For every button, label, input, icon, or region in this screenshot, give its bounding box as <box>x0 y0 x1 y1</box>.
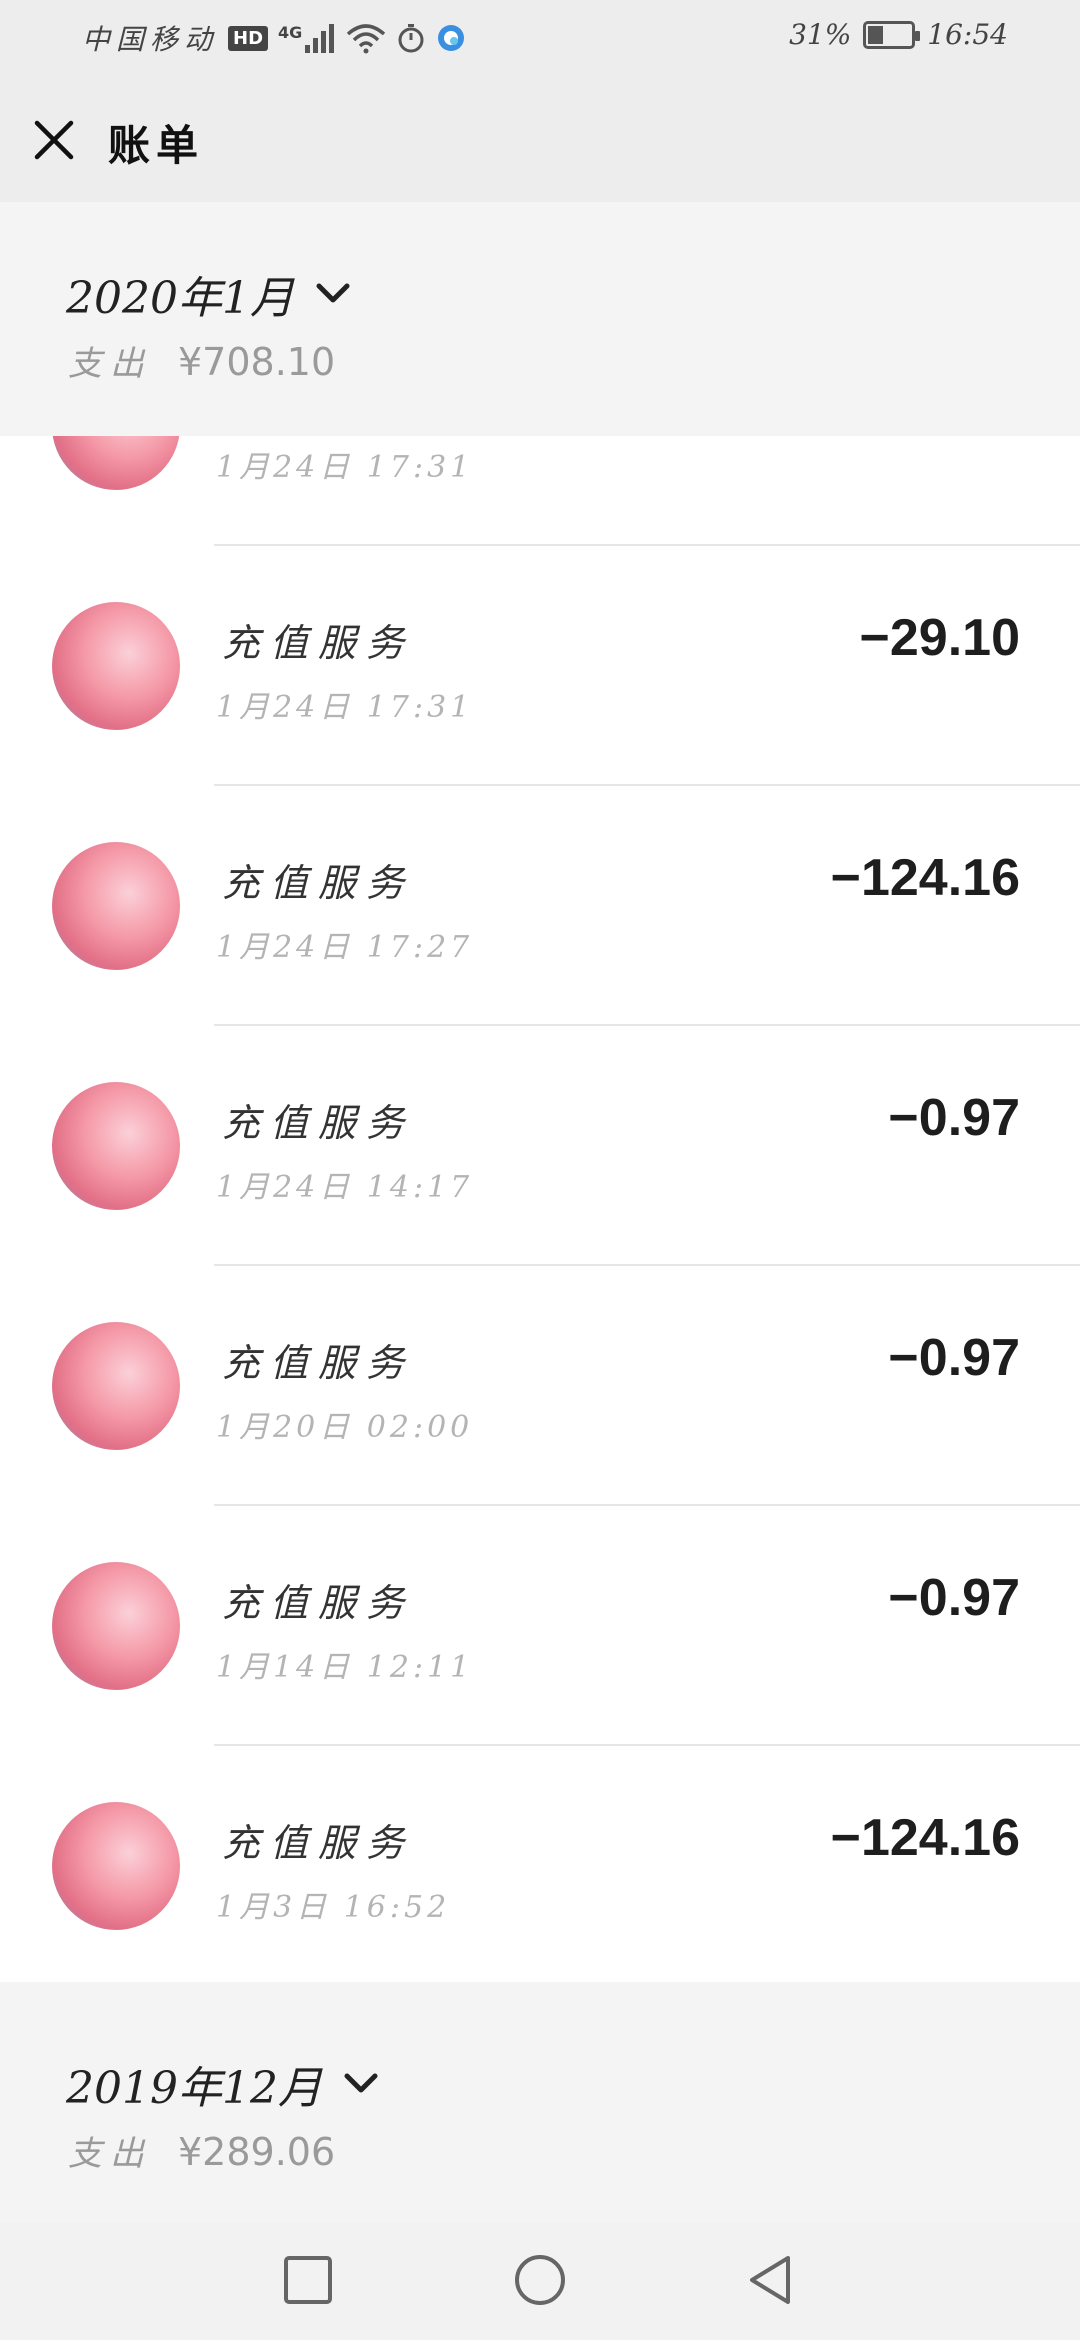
bill-name: 充值服务 <box>222 621 415 665</box>
month-title-label: 2019年12月 <box>66 2063 322 2114</box>
signal-icon <box>305 24 335 53</box>
bill-amount: −124.16 <box>830 849 1020 907</box>
back-button[interactable] <box>742 2252 798 2308</box>
bill-item[interactable]: 充值服务 1月3日 16:52 −124.16 <box>0 1746 1080 1982</box>
app-notification-icon <box>438 25 465 51</box>
month-expense: 支出 ¥289.06 <box>68 2126 335 2175</box>
avatar <box>52 436 180 490</box>
network-type: 4G <box>278 23 303 42</box>
bill-name: 充值服务 <box>222 1821 415 1865</box>
avatar <box>52 1322 180 1450</box>
expense-amount: ¥289.06 <box>178 2130 336 2174</box>
bill-time: 1月14日 12:11 <box>216 1650 474 1685</box>
battery-icon <box>863 20 921 49</box>
stopwatch-icon <box>398 24 424 53</box>
bill-item[interactable]: 充值服务 1月20日 02:00 −0.97 <box>0 1266 1080 1506</box>
bill-name: 充值服务 <box>222 1581 415 1625</box>
status-left: 中国移动 HD 4G <box>82 18 466 58</box>
bill-amount: −124.16 <box>830 1809 1020 1867</box>
bill-amount: −29.10 <box>859 609 1021 667</box>
month-selector[interactable]: 2020年1月 <box>66 262 350 326</box>
app-root: 中国移动 HD 4G 31% 16:54 账单 2020年1月 支出 ¥708.… <box>0 0 1080 2340</box>
bill-amount: −0.97 <box>888 1329 1020 1387</box>
avatar <box>52 602 180 730</box>
hd-badge: HD <box>228 25 269 51</box>
chevron-down-icon <box>316 283 350 303</box>
square-icon <box>284 2256 332 2304</box>
avatar <box>52 842 180 970</box>
month-title-label: 2020年1月 <box>66 273 294 324</box>
bill-list: 1月24日 17:31 充值服务 1月24日 17:31 −29.10 充值服务… <box>0 436 1080 1982</box>
avatar <box>52 1802 180 1930</box>
triangle-back-icon <box>750 2256 790 2304</box>
status-bar: 中国移动 HD 4G 31% 16:54 <box>0 0 1080 72</box>
clock-time: 16:54 <box>927 18 1008 51</box>
avatar <box>52 1082 180 1210</box>
expense-label: 支出 <box>68 2134 152 2174</box>
month-header-2020-01: 2020年1月 支出 ¥708.10 <box>0 202 1080 436</box>
bill-time: 1月24日 14:17 <box>216 1170 474 1205</box>
bill-name: 充值服务 <box>222 861 415 905</box>
close-icon <box>34 120 74 160</box>
status-right: 31% 16:54 <box>789 18 1008 51</box>
carrier-label: 中国移动 <box>82 23 219 56</box>
month-expense: 支出 ¥708.10 <box>68 336 335 385</box>
title-bar: 账单 <box>0 72 1080 202</box>
recents-button[interactable] <box>280 2252 336 2308</box>
bill-name: 充值服务 <box>222 1341 415 1385</box>
bill-item[interactable]: 充值服务 1月24日 14:17 −0.97 <box>0 1026 1080 1266</box>
bill-time: 1月24日 17:27 <box>216 930 474 965</box>
bill-item[interactable]: 充值服务 1月24日 17:27 −124.16 <box>0 786 1080 1026</box>
wifi-icon <box>347 24 386 54</box>
page-title: 账单 <box>108 121 205 170</box>
battery-percent: 31% <box>789 18 852 51</box>
bill-amount: −0.97 <box>888 1569 1020 1627</box>
bill-item[interactable]: 充值服务 1月24日 17:31 −29.10 <box>0 546 1080 786</box>
close-button[interactable] <box>28 114 80 166</box>
month-selector[interactable]: 2019年12月 <box>66 2052 378 2116</box>
network-label: 4G <box>278 23 336 53</box>
expense-amount: ¥708.10 <box>178 340 336 384</box>
system-nav-bar <box>0 2222 1080 2340</box>
bill-time: 1月3日 16:52 <box>216 1890 451 1925</box>
circle-icon <box>515 2255 565 2305</box>
bill-time: 1月24日 17:31 <box>216 690 474 725</box>
home-button[interactable] <box>512 2252 568 2308</box>
month-header-2019-12: 2019年12月 支出 ¥289.06 <box>0 1982 1080 2222</box>
expense-label: 支出 <box>68 344 152 384</box>
bill-time: 1月20日 02:00 <box>216 1410 474 1445</box>
bill-name: 充值服务 <box>222 1101 415 1145</box>
bill-item[interactable]: 充值服务 1月14日 12:11 −0.97 <box>0 1506 1080 1746</box>
avatar <box>52 1562 180 1690</box>
chevron-down-icon <box>344 2073 378 2093</box>
bill-item[interactable]: 1月24日 17:31 <box>0 436 1080 546</box>
bill-amount: −0.97 <box>888 1089 1020 1147</box>
bill-time: 1月24日 17:31 <box>216 450 474 485</box>
